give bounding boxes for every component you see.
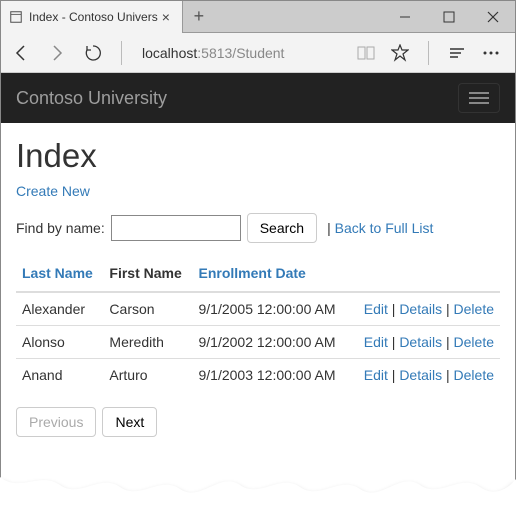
new-tab-button[interactable]: + xyxy=(183,6,215,27)
address-bar[interactable]: localhost:5813/Student xyxy=(138,45,338,61)
browser-toolbar: localhost:5813/Student xyxy=(1,33,515,73)
details-link[interactable]: Details xyxy=(399,334,442,350)
favorite-icon[interactable] xyxy=(390,43,410,63)
search-label: Find by name: xyxy=(16,220,105,236)
table-row: Alonso Meredith 9/1/2002 12:00:00 AM Edi… xyxy=(16,326,500,359)
previous-button[interactable]: Previous xyxy=(16,407,96,437)
cell-first-name: Meredith xyxy=(103,326,192,359)
app-navbar: Contoso University xyxy=(1,73,515,123)
browser-titlebar: Index - Contoso Univers × + xyxy=(1,1,515,33)
tab-title: Index - Contoso Univers xyxy=(29,10,158,24)
address-path: :5813/Student xyxy=(197,45,284,61)
cell-first-name: Arturo xyxy=(103,359,192,392)
cell-actions: Edit | Details | Delete xyxy=(350,326,500,359)
page-container: Index Create New Find by name: Search | … xyxy=(1,123,515,451)
edit-link[interactable]: Edit xyxy=(364,301,388,317)
address-host: localhost xyxy=(142,45,197,61)
page-title: Index xyxy=(16,137,500,175)
navbar-toggle-button[interactable] xyxy=(458,83,500,113)
cell-actions: Edit | Details | Delete xyxy=(350,292,500,326)
details-link[interactable]: Details xyxy=(399,367,442,383)
torn-edge xyxy=(0,465,516,505)
page-icon xyxy=(9,10,23,24)
pipe: | xyxy=(392,334,396,350)
delete-link[interactable]: Delete xyxy=(454,334,494,350)
table-row: Alexander Carson 9/1/2005 12:00:00 AM Ed… xyxy=(16,292,500,326)
hamburger-bar xyxy=(469,92,489,94)
details-link[interactable]: Details xyxy=(399,301,442,317)
toolbar-separator xyxy=(121,41,122,65)
back-button[interactable] xyxy=(9,41,33,65)
col-actions xyxy=(350,255,500,292)
tab-close-button[interactable]: × xyxy=(158,9,174,25)
pipe: | xyxy=(446,301,450,317)
pipe: | xyxy=(446,334,450,350)
next-button[interactable]: Next xyxy=(102,407,157,437)
back-to-full-list-link[interactable]: Back to Full List xyxy=(335,220,434,236)
cell-last-name: Anand xyxy=(16,359,103,392)
refresh-button[interactable] xyxy=(81,41,105,65)
pager: Previous Next xyxy=(16,407,500,437)
navbar-brand[interactable]: Contoso University xyxy=(16,88,167,109)
table-header-row: Last Name First Name Enrollment Date xyxy=(16,255,500,292)
back-link-wrapper: | Back to Full List xyxy=(327,220,433,236)
hub-icon[interactable] xyxy=(447,43,467,63)
pipe: | xyxy=(392,367,396,383)
pipe: | xyxy=(392,301,396,317)
toolbar-icons xyxy=(350,41,507,65)
col-last-name[interactable]: Last Name xyxy=(16,255,103,292)
delete-link[interactable]: Delete xyxy=(454,367,494,383)
cell-enrollment-date: 9/1/2002 12:00:00 AM xyxy=(192,326,349,359)
cell-last-name: Alexander xyxy=(16,292,103,326)
search-form: Find by name: Search | Back to Full List xyxy=(16,213,500,243)
create-new-link[interactable]: Create New xyxy=(16,183,90,199)
toolbar-separator-2 xyxy=(428,41,429,65)
pipe: | xyxy=(446,367,450,383)
edit-link[interactable]: Edit xyxy=(364,367,388,383)
cell-enrollment-date: 9/1/2003 12:00:00 AM xyxy=(192,359,349,392)
table-row: Anand Arturo 9/1/2003 12:00:00 AM Edit |… xyxy=(16,359,500,392)
pipe: | xyxy=(327,220,331,236)
hamburger-bar xyxy=(469,102,489,104)
search-button[interactable]: Search xyxy=(247,213,317,243)
hamburger-bar xyxy=(469,97,489,99)
maximize-button[interactable] xyxy=(427,1,471,33)
col-enrollment-date[interactable]: Enrollment Date xyxy=(192,255,349,292)
col-first-name: First Name xyxy=(103,255,192,292)
window-controls xyxy=(383,1,515,33)
browser-tab[interactable]: Index - Contoso Univers × xyxy=(1,1,183,33)
search-input[interactable] xyxy=(111,215,241,241)
cell-first-name: Carson xyxy=(103,292,192,326)
close-window-button[interactable] xyxy=(471,1,515,33)
minimize-button[interactable] xyxy=(383,1,427,33)
forward-button[interactable] xyxy=(45,41,69,65)
cell-enrollment-date: 9/1/2005 12:00:00 AM xyxy=(192,292,349,326)
more-icon[interactable] xyxy=(481,43,501,63)
reading-view-icon[interactable] xyxy=(356,43,376,63)
delete-link[interactable]: Delete xyxy=(454,301,494,317)
students-table: Last Name First Name Enrollment Date Ale… xyxy=(16,255,500,391)
edit-link[interactable]: Edit xyxy=(364,334,388,350)
cell-actions: Edit | Details | Delete xyxy=(350,359,500,392)
cell-last-name: Alonso xyxy=(16,326,103,359)
